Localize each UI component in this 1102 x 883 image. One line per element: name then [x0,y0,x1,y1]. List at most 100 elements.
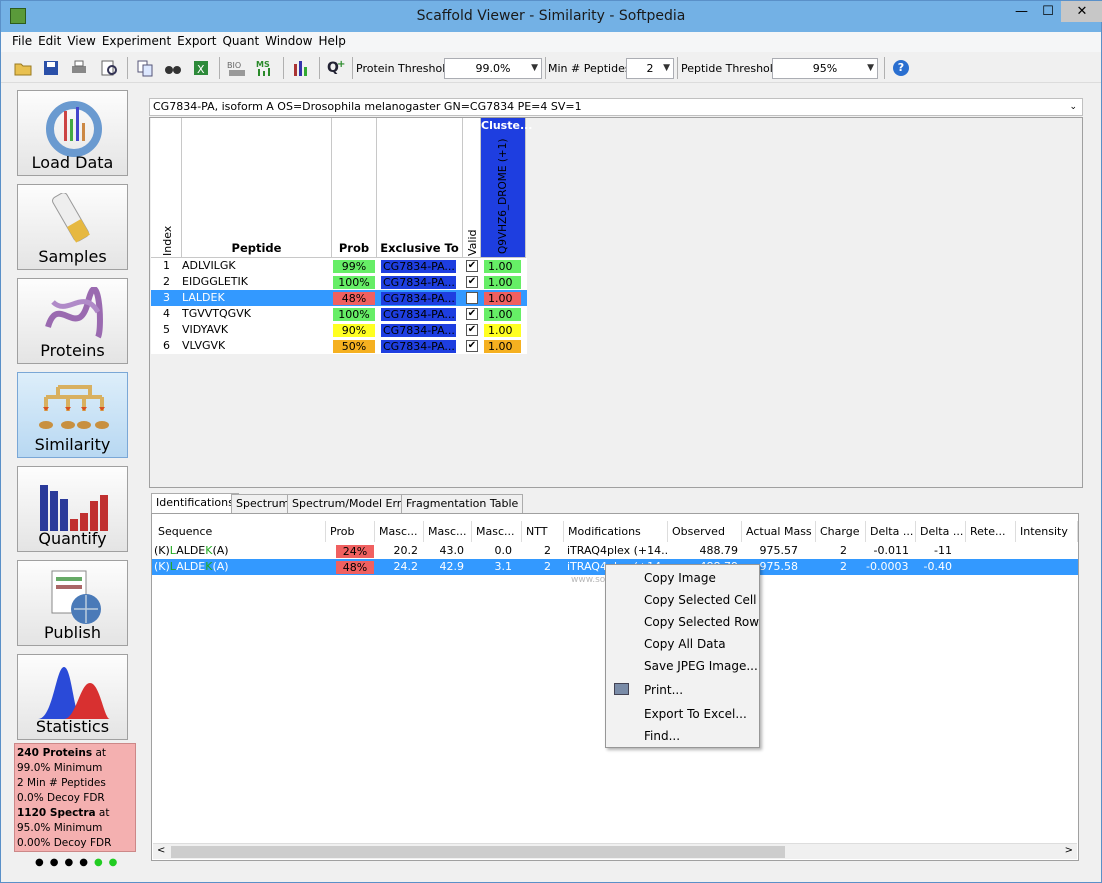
menu-export[interactable]: Export [174,32,219,50]
peptide-threshold-select[interactable]: 95% ▼ [772,58,878,79]
column-header[interactable]: Delta ... [916,521,966,542]
row-exclusive-to[interactable]: CG7834-PA... [381,292,456,305]
row-exclusive-to[interactable]: CG7834-PA... [381,340,456,353]
tab-spectrum[interactable]: Spectrum [231,494,295,514]
menu-copy-image[interactable]: Copy Image [644,571,716,585]
row-valid-checkbox[interactable]: ✔ [466,324,478,336]
menu-quant[interactable]: Quant [219,32,262,50]
table-row[interactable]: (K)LALDEK(A) 24% 20.2 43.0 0.0 2 iTRAQ4plex (+… [152,543,1078,559]
min-peptides-select[interactable]: 2 ▼ [626,58,674,79]
tab-identifications[interactable]: Identifications [151,493,239,514]
svg-text:BIO: BIO [227,61,241,70]
row-m3: 0.0 [494,544,513,557]
column-header[interactable]: Sequence [154,521,326,542]
menu-copy-all-data[interactable]: Copy All Data [644,637,726,651]
nav-proteins[interactable]: Proteins [17,278,128,364]
ms-icon[interactable]: MS [255,58,275,78]
menu-view[interactable]: View [64,32,98,50]
column-header[interactable]: Delta ... [866,521,916,542]
nav-load-data[interactable]: Load Data [17,90,128,176]
header-valid-label: Valid [466,229,479,256]
menu-file[interactable]: File [9,32,35,50]
row-charge: 2 [840,544,847,557]
minimize-button[interactable]: — [1008,1,1035,22]
nav-quantify[interactable]: Quantify [17,466,128,552]
column-header[interactable]: Intensity [1016,521,1078,542]
table-row[interactable]: 5 VIDYAVK 90% CG7834-PA... ✔ 1.00 [151,322,527,338]
header-prob[interactable]: Prob [332,118,377,258]
horizontal-scrollbar[interactable]: < > [153,843,1077,859]
row-exclusive-to[interactable]: CG7834-PA... [381,324,456,337]
column-header[interactable]: Masc... [472,521,522,542]
header-valid[interactable]: Valid [463,118,481,258]
column-header[interactable]: Modifications [564,521,668,542]
table-row[interactable]: 4 TGVVTQGVK 100% CG7834-PA... ✔ 1.00 [151,306,527,322]
row-valid-checkbox[interactable]: ✔ [466,260,478,272]
column-header[interactable]: NTT [522,521,564,542]
nav-samples[interactable]: Samples [17,184,128,270]
header-cluster[interactable]: Cluste... Q9VHZ6_DROME (+1) [481,118,532,258]
seq-core: ALDE [176,544,206,557]
nav-publish[interactable]: Publish [17,560,128,646]
row-m2: 42.9 [439,560,465,573]
save-disk-icon[interactable] [41,58,61,78]
chart-bars-icon[interactable] [291,58,311,78]
menu-window[interactable]: Window [262,32,315,50]
menu-save-jpeg[interactable]: Save JPEG Image... [644,659,758,673]
help-icon[interactable]: ? [893,60,909,76]
column-header[interactable]: Masc... [424,521,472,542]
column-header[interactable]: Prob [326,521,375,542]
menu-print[interactable]: Print... [644,683,683,697]
row-exclusive-to[interactable]: CG7834-PA... [381,276,456,289]
protein-threshold-select[interactable]: 99.0% ▼ [444,58,542,79]
row-valid-checkbox[interactable]: ✔ [466,308,478,320]
menu-find[interactable]: Find... [644,729,680,743]
scroll-left-icon[interactable]: < [157,845,165,856]
table-row[interactable]: 6 VLVGVK 50% CG7834-PA... ✔ 1.00 [151,338,527,354]
table-row[interactable]: 3 LALDEK 48% CG7834-PA... ✔ 1.00 [151,290,527,306]
row-valid-checkbox[interactable]: ✔ [466,292,478,304]
menu-copy-selected-cell[interactable]: Copy Selected Cell [644,593,757,607]
header-index[interactable]: Index [151,118,182,258]
table-row[interactable]: 1 ADLVILGK 99% CG7834-PA... ✔ 1.00 [151,258,527,274]
row-valid-checkbox[interactable]: ✔ [466,276,478,288]
menu-edit[interactable]: Edit [35,32,64,50]
row-valid-checkbox[interactable]: ✔ [466,340,478,352]
protein-select[interactable]: CG7834-PA, isoform A OS=Drosophila melan… [149,98,1083,116]
scrollbar-thumb[interactable] [171,846,785,858]
table-row[interactable]: 2 EIDGGLETIK 100% CG7834-PA... ✔ 1.00 [151,274,527,290]
column-header[interactable]: Observed [668,521,742,542]
chevron-down-icon: ⌄ [1069,102,1077,112]
row-exclusive-to[interactable]: CG7834-PA... [381,308,456,321]
column-header[interactable]: Masc... [375,521,424,542]
column-header[interactable]: Charge [816,521,866,542]
excel-export-icon[interactable]: X [191,58,211,78]
menu-experiment[interactable]: Experiment [99,32,174,50]
close-button[interactable]: ✕ [1061,1,1102,22]
maximize-button[interactable]: ☐ [1035,1,1061,22]
nav-statistics[interactable]: Statistics [17,654,128,740]
header-peptide[interactable]: Peptide [182,118,332,258]
nav-similarity[interactable]: Similarity [17,372,128,458]
quant-plus-icon[interactable]: Q+ [327,58,347,78]
copy-icon[interactable] [135,58,155,78]
row-cluster-score: 1.00 [484,276,521,289]
print-icon[interactable] [69,58,89,78]
header-exclusive-to[interactable]: Exclusive To [377,118,463,258]
find-binoculars-icon[interactable] [163,58,183,78]
tab-fragmentation-table[interactable]: Fragmentation Table [401,494,524,514]
menu-export-excel[interactable]: Export To Excel... [644,707,747,721]
row-exclusive-to[interactable]: CG7834-PA... [381,260,456,273]
scroll-right-icon[interactable]: > [1065,845,1073,856]
tab-spectrum-model-error[interactable]: Spectrum/Model Error [287,494,418,514]
column-header[interactable]: Rete... [966,521,1016,542]
open-folder-icon[interactable] [13,58,33,78]
menu-help[interactable]: Help [316,32,349,50]
column-header[interactable]: Actual Mass [742,521,816,542]
spectra-at: at [95,807,110,819]
toolbar-separator [545,57,546,79]
row-peptide: TGVVTQGVK [182,307,251,320]
bio-icon[interactable]: BIO [227,58,247,78]
print-preview-icon[interactable] [99,58,119,78]
menu-copy-selected-row[interactable]: Copy Selected Row [644,615,759,629]
